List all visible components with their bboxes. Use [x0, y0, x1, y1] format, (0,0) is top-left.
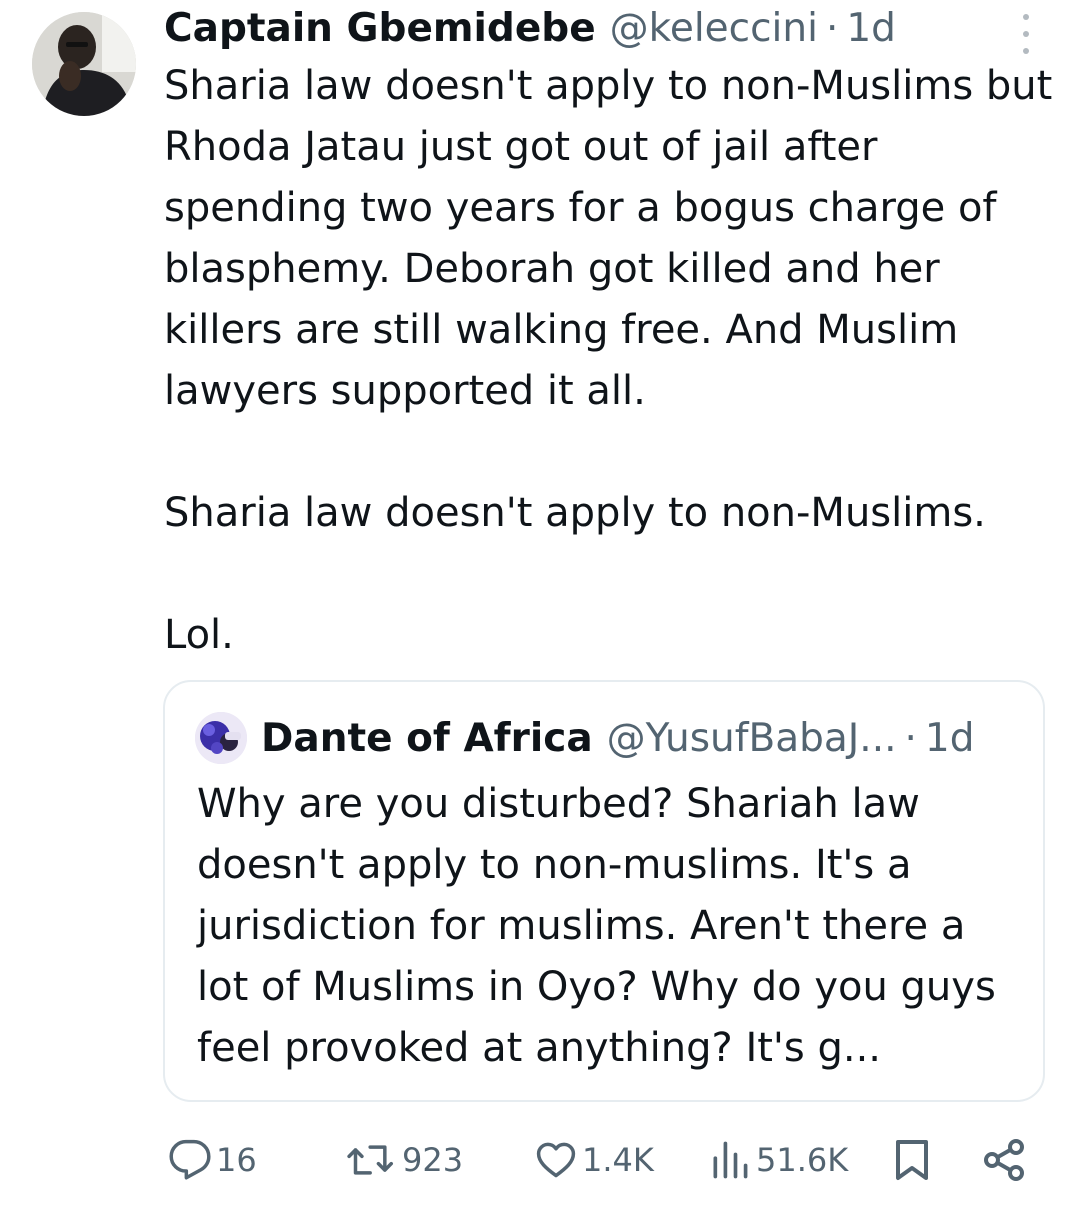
views-bar-chart-icon: [708, 1138, 752, 1182]
like-count: 1.4K: [582, 1141, 654, 1179]
tweet-timestamp[interactable]: 1d: [846, 6, 896, 51]
tweet-text: Sharia law doesn't apply to non-Muslims …: [164, 56, 1054, 666]
tweet-header: Captain Gbemidebe @keleccini · 1d: [164, 4, 896, 52]
views-count: 51.6K: [756, 1141, 849, 1179]
quoted-tweet-card[interactable]: Dante of Africa @YusufBabaJ... · 1d Why …: [163, 680, 1045, 1102]
author-handle[interactable]: @keleccini: [610, 6, 818, 51]
tweet[interactable]: Captain Gbemidebe @keleccini · 1d Sharia…: [0, 0, 1080, 1206]
heart-icon: [534, 1138, 578, 1182]
quoted-author-avatar: [195, 712, 247, 764]
bookmark-icon: [888, 1136, 936, 1184]
like-button[interactable]: 1.4K: [534, 1132, 654, 1188]
repost-button[interactable]: 923: [346, 1132, 463, 1188]
author-avatar[interactable]: [32, 12, 136, 116]
tweet-paragraph: Sharia law doesn't apply to non-Muslims.: [164, 490, 986, 536]
reply-icon: [168, 1138, 212, 1182]
reply-button[interactable]: 16: [168, 1132, 257, 1188]
more-vertical-icon[interactable]: [1012, 14, 1040, 54]
tweet-action-bar: 16 923 1.4K 51.6K: [0, 1132, 1080, 1188]
header-separator: ·: [825, 5, 839, 51]
author-display-name[interactable]: Captain Gbemidebe: [164, 6, 596, 51]
repost-icon: [346, 1138, 398, 1182]
quoted-header-separator: ·: [904, 715, 917, 761]
repost-count: 923: [402, 1141, 464, 1179]
tweet-paragraph: Lol.: [164, 612, 234, 658]
quoted-tweet-timestamp: 1d: [924, 715, 975, 761]
quoted-tweet-header: Dante of Africa @YusufBabaJ... · 1d: [261, 712, 974, 764]
quoted-author-handle: @YusufBabaJ...: [606, 715, 897, 761]
views-button[interactable]: 51.6K: [708, 1132, 848, 1188]
quoted-tweet-text: Why are you disturbed? Shariah law doesn…: [197, 781, 996, 1071]
share-icon: [980, 1136, 1028, 1184]
tweet-paragraph: Sharia law doesn't apply to non-Muslims …: [164, 63, 1053, 414]
quoted-author-display-name: Dante of Africa: [261, 715, 593, 761]
bookmark-button[interactable]: [888, 1132, 936, 1188]
reply-count: 16: [216, 1141, 257, 1179]
share-button[interactable]: [980, 1132, 1028, 1188]
